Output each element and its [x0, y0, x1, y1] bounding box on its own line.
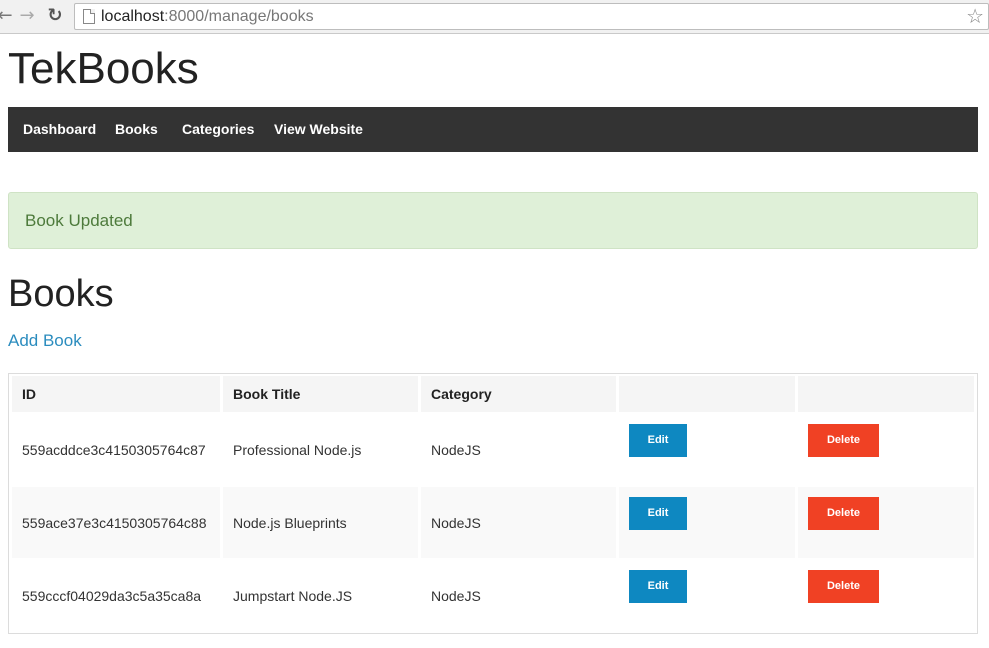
url-path: :8000/manage/books	[164, 8, 314, 25]
url-text[interactable]: localhost:8000/manage/books	[101, 7, 314, 27]
column-header-edit	[619, 376, 795, 412]
book-id: 559ace37e3c4150305764c88	[12, 487, 220, 558]
reload-icon[interactable]: ↻	[44, 5, 66, 27]
main-navbar: Dashboard Books Categories View Website	[8, 107, 978, 152]
add-book-link[interactable]: Add Book	[8, 330, 82, 352]
nav-item-dashboard[interactable]: Dashboard	[23, 107, 96, 152]
column-header-title: Book Title	[223, 376, 418, 412]
edit-button[interactable]: Edit	[629, 424, 687, 457]
column-header-delete	[798, 376, 974, 412]
bookmark-star-icon[interactable]: ☆	[966, 5, 984, 27]
site-brand: TekBooks	[8, 44, 199, 93]
table-row: 559acddce3c4150305764c87 Professional No…	[12, 414, 974, 485]
book-category: NodeJS	[431, 441, 481, 458]
page-title: Books	[8, 273, 114, 315]
edit-cell: Edit	[619, 560, 795, 631]
edit-cell: Edit	[619, 487, 795, 558]
edit-button[interactable]: Edit	[629, 570, 687, 603]
address-bar[interactable]: localhost:8000/manage/books ☆	[74, 3, 989, 30]
delete-button[interactable]: Delete	[808, 497, 879, 530]
browser-toolbar: ← → ↻ localhost:8000/manage/books ☆	[0, 0, 989, 34]
book-title: Jumpstart Node.JS	[233, 587, 353, 604]
delete-button[interactable]: Delete	[808, 424, 879, 457]
delete-button[interactable]: Delete	[808, 570, 879, 603]
book-id: 559cccf04029da3c5a35ca8a	[22, 587, 202, 604]
table-row: 559ace37e3c4150305764c88 Node.js Bluepri…	[12, 487, 974, 558]
success-alert: Book Updated	[8, 192, 978, 249]
table-header-row: ID Book Title Category	[12, 376, 974, 412]
back-arrow-icon[interactable]: ←	[0, 5, 16, 27]
book-category: NodeJS	[431, 587, 481, 604]
nav-item-books[interactable]: Books	[115, 107, 158, 152]
edit-cell: Edit	[619, 414, 795, 485]
column-header-category: Category	[421, 376, 616, 412]
forward-arrow-icon[interactable]: →	[16, 5, 38, 27]
nav-item-view-website[interactable]: View Website	[274, 107, 363, 152]
page-icon	[83, 9, 95, 24]
book-title: Professional Node.js	[233, 441, 362, 458]
delete-cell: Delete	[798, 560, 974, 631]
edit-button[interactable]: Edit	[629, 497, 687, 530]
table-row: 559cccf04029da3c5a35ca8a Jumpstart Node.…	[12, 560, 974, 631]
delete-cell: Delete	[798, 414, 974, 485]
book-title: Node.js Blueprints	[223, 487, 418, 558]
column-header-id: ID	[12, 376, 220, 412]
delete-cell: Delete	[798, 487, 974, 558]
book-category: NodeJS	[421, 487, 616, 558]
book-id: 559acddce3c4150305764c87	[22, 441, 206, 458]
books-table: ID Book Title Category 559acddce3c415030…	[8, 373, 978, 634]
url-host: localhost	[101, 8, 165, 25]
nav-item-categories[interactable]: Categories	[182, 107, 254, 152]
